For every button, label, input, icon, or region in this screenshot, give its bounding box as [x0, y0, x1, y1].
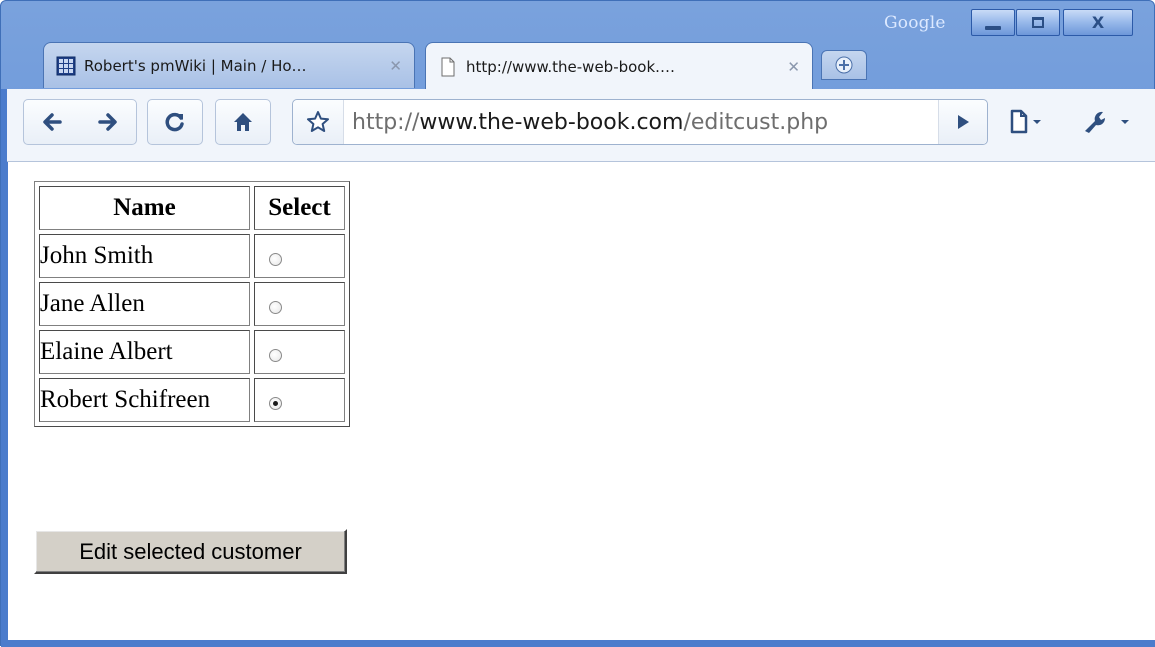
page-menu-icon [1010, 109, 1041, 134]
edit-selected-customer-button[interactable]: Edit selected customer [34, 529, 347, 574]
customer-table: Name Select John Smith Jane Allen Elaine… [34, 181, 350, 427]
back-button[interactable] [24, 100, 80, 144]
column-header-select: Select [254, 186, 345, 230]
minimize-button[interactable] [971, 9, 1015, 36]
radio-john-smith[interactable] [269, 252, 282, 266]
tab-close-icon[interactable]: ✕ [787, 58, 800, 76]
toolbar: http://www.the-web-book.com/editcust.php [7, 89, 1155, 162]
tab-close-icon[interactable]: ✕ [389, 57, 402, 75]
select-cell [254, 234, 345, 278]
page-content: Name Select John Smith Jane Allen Elaine… [7, 162, 1155, 640]
close-window-button[interactable]: X [1063, 9, 1133, 36]
table-row: Jane Allen [39, 282, 345, 326]
page-menu-button[interactable] [1007, 107, 1047, 137]
table-row: Elaine Albert [39, 330, 345, 374]
reload-icon [165, 112, 184, 132]
tab-editcust[interactable]: http://www.the-web-book.… ✕ [425, 42, 813, 90]
table-row: Robert Schifreen [39, 378, 345, 422]
google-label: Google [884, 13, 946, 33]
radio-robert-schifreen[interactable] [269, 396, 282, 410]
tab-title: http://www.the-web-book.… [466, 57, 675, 76]
star-icon [307, 111, 329, 132]
reload-button[interactable] [147, 99, 203, 145]
back-icon [43, 113, 62, 131]
maximize-button[interactable] [1016, 9, 1060, 36]
maximize-icon [1032, 17, 1044, 28]
new-tab-button[interactable] [821, 50, 867, 80]
bookmark-star-button[interactable] [293, 100, 344, 144]
page-favicon-icon [441, 57, 455, 76]
radio-jane-allen[interactable] [269, 300, 282, 314]
home-icon [234, 113, 252, 131]
url-text: http://www.the-web-book.com/editcust.php [352, 109, 829, 135]
minimize-icon [985, 25, 1001, 30]
back-forward-group [23, 99, 137, 145]
grid-favicon-icon [56, 56, 76, 75]
close-icon: X [1091, 13, 1105, 32]
home-button[interactable] [215, 99, 271, 145]
table-row: John Smith [39, 234, 345, 278]
customer-name: Jane Allen [39, 282, 250, 326]
plus-icon [835, 56, 853, 74]
window-controls: X [971, 9, 1134, 36]
column-header-name: Name [39, 186, 250, 230]
forward-button[interactable] [80, 100, 136, 144]
tab-pmwiki[interactable]: Robert's pmWiki | Main / Ho… ✕ [43, 42, 415, 88]
customer-name: Elaine Albert [39, 330, 250, 374]
forward-icon [98, 113, 117, 131]
wrench-menu-button[interactable] [1081, 107, 1139, 137]
table-header-row: Name Select [39, 186, 345, 230]
go-button[interactable] [938, 100, 987, 144]
select-cell [254, 378, 345, 422]
select-cell [254, 282, 345, 326]
go-icon [958, 115, 969, 129]
wrench-menu-icon [1085, 111, 1129, 133]
radio-elaine-albert[interactable] [269, 348, 282, 362]
select-cell [254, 330, 345, 374]
customer-name: John Smith [39, 234, 250, 278]
tab-title: Robert's pmWiki | Main / Ho… [84, 56, 307, 75]
browser-window: Google X Robert's pmWiki | Main / Ho… ✕ [0, 0, 1155, 647]
customer-name: Robert Schifreen [39, 378, 250, 422]
address-bar[interactable]: http://www.the-web-book.com/editcust.php [292, 99, 988, 145]
